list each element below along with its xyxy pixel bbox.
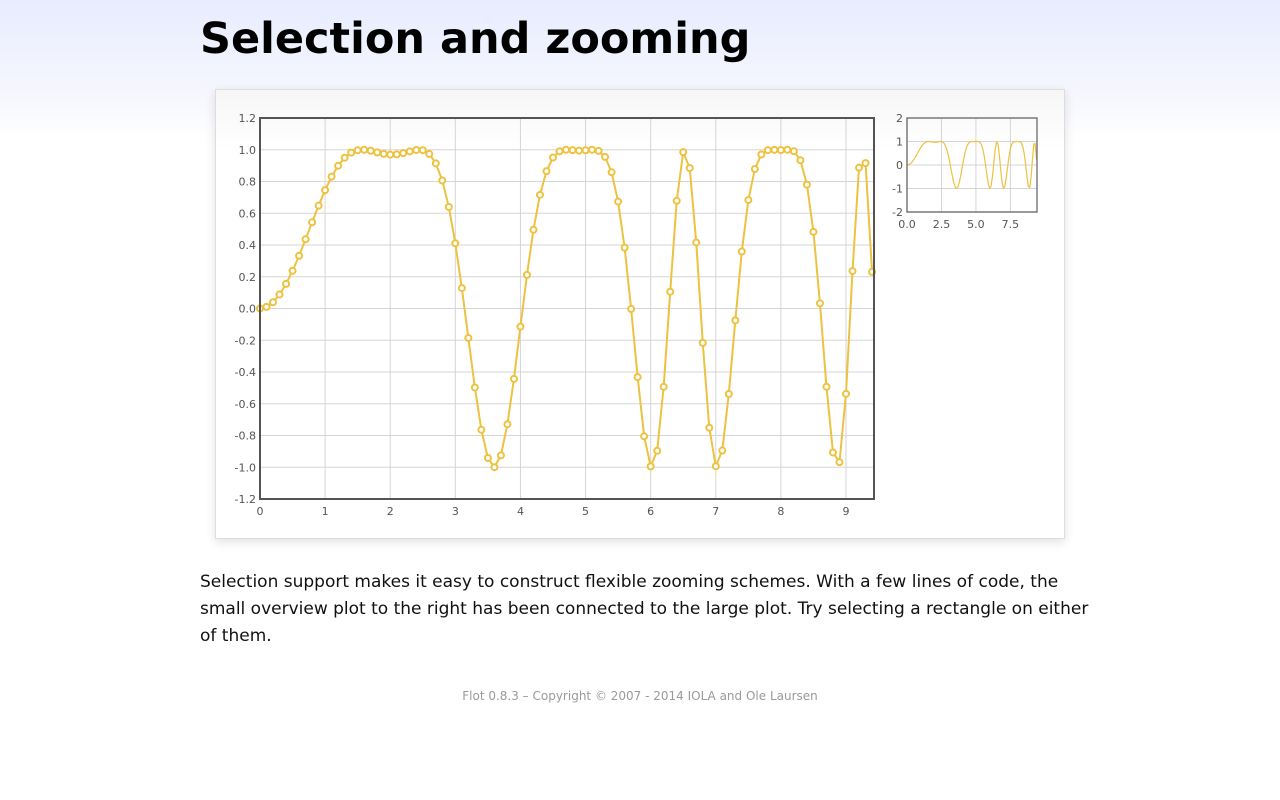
- overview-plot[interactable]: 0.0 2.5 5.0 7.5 -2 -1 0 1 2: [216, 90, 1064, 538]
- description-text: Selection support makes it easy to const…: [200, 572, 1089, 646]
- overview-y-tick-label: 0: [896, 159, 903, 172]
- overview-x-tick-label: 0.0: [898, 218, 916, 231]
- overview-y-tick-label: 1: [896, 136, 903, 149]
- overview-x-tick-label: 7.5: [1002, 218, 1020, 231]
- overview-y-tick-label: -2: [892, 206, 903, 219]
- footer-copyright: Flot 0.8.3 – Copyright © 2007 - 2014 IOL…: [462, 689, 818, 703]
- overview-y-tick-label: 2: [896, 112, 903, 125]
- overview-x-tick-label: 5.0: [967, 218, 985, 231]
- overview-x-tick-label: 2.5: [933, 218, 951, 231]
- plot-container: 0 1 2 3 4 5 6 7 8 9 -1.2 -1.0 -0.8 -0.6 -0.4 -0.2 0.0 0.2…: [215, 89, 1065, 539]
- page-title: Selection and zooming: [200, 14, 751, 64]
- overview-y-tick-label: -1: [892, 183, 903, 196]
